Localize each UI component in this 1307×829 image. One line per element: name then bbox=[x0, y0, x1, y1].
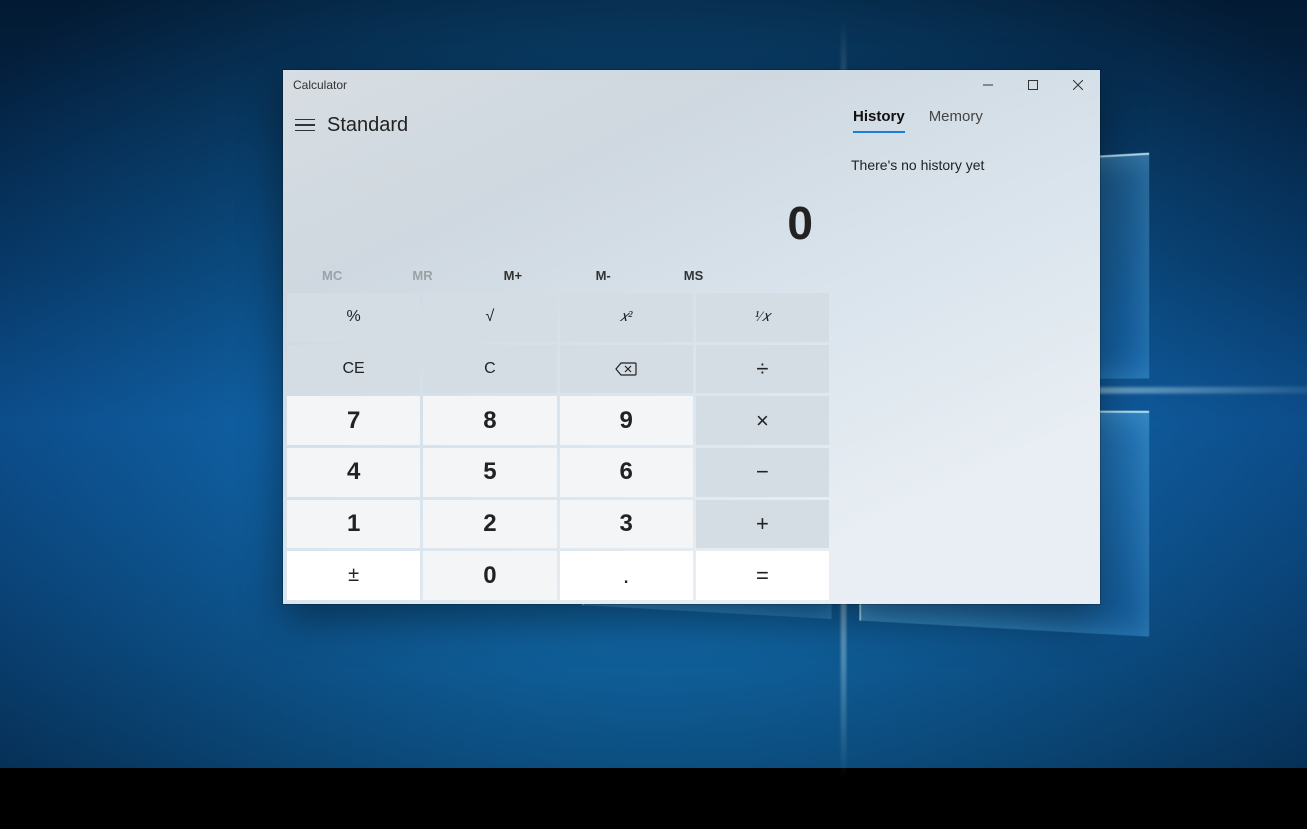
sqrt-button[interactable]: √ bbox=[423, 293, 556, 342]
clear-entry-button[interactable]: CE bbox=[287, 345, 420, 394]
decimal-button[interactable]: . bbox=[560, 551, 693, 600]
close-icon bbox=[1073, 80, 1083, 90]
reciprocal-button[interactable]: ¹⁄𝑥 bbox=[696, 293, 829, 342]
keypad: % √ 𝑥² ¹⁄𝑥 CE C ÷ 7 8 9 × 4 5 bbox=[287, 290, 829, 600]
sign-button[interactable]: ± bbox=[287, 551, 420, 600]
digit-0-button[interactable]: 0 bbox=[423, 551, 556, 600]
side-panel: History Memory There's no history yet bbox=[833, 100, 1100, 604]
square-button[interactable]: 𝑥² bbox=[560, 293, 693, 342]
equals-button[interactable]: = bbox=[696, 551, 829, 600]
digit-1-button[interactable]: 1 bbox=[287, 500, 420, 549]
window-title: Calculator bbox=[293, 78, 347, 92]
digit-9-button[interactable]: 9 bbox=[560, 396, 693, 445]
history-empty-message: There's no history yet bbox=[851, 157, 1082, 173]
memory-store-button[interactable]: MS bbox=[648, 260, 738, 290]
close-button[interactable] bbox=[1055, 70, 1100, 100]
window-controls bbox=[965, 70, 1100, 100]
add-button[interactable]: + bbox=[696, 500, 829, 549]
mode-title: Standard bbox=[327, 114, 408, 137]
memory-add-button[interactable]: M+ bbox=[468, 260, 558, 290]
minimize-icon bbox=[983, 80, 993, 90]
percent-button[interactable]: % bbox=[287, 293, 420, 342]
tab-memory[interactable]: Memory bbox=[929, 108, 983, 133]
side-tabs: History Memory bbox=[851, 108, 1082, 133]
memory-row: MC MR M+ M- MS M▾ bbox=[287, 260, 829, 290]
calculator-main: Standard 0 MC MR M+ M- MS M▾ % √ 𝑥² ¹⁄𝑥 … bbox=[283, 100, 833, 604]
clear-button[interactable]: C bbox=[423, 345, 556, 394]
multiply-button[interactable]: × bbox=[696, 396, 829, 445]
maximize-icon bbox=[1028, 80, 1038, 90]
digit-8-button[interactable]: 8 bbox=[423, 396, 556, 445]
divide-button[interactable]: ÷ bbox=[696, 345, 829, 394]
calculator-window: Calculator Standard 0 MC MR bbox=[283, 70, 1100, 604]
titlebar[interactable]: Calculator bbox=[283, 70, 1100, 100]
digit-2-button[interactable]: 2 bbox=[423, 500, 556, 549]
reciprocal-label: ¹⁄𝑥 bbox=[755, 308, 770, 326]
digit-6-button[interactable]: 6 bbox=[560, 448, 693, 497]
memory-subtract-button[interactable]: M- bbox=[558, 260, 648, 290]
backspace-icon bbox=[615, 362, 637, 376]
minimize-button[interactable] bbox=[965, 70, 1010, 100]
digit-4-button[interactable]: 4 bbox=[287, 448, 420, 497]
square-label: 𝑥² bbox=[620, 308, 633, 326]
tab-history[interactable]: History bbox=[853, 108, 905, 133]
digit-3-button[interactable]: 3 bbox=[560, 500, 693, 549]
calculator-display: 0 bbox=[287, 150, 829, 260]
hamburger-menu-icon[interactable] bbox=[295, 119, 315, 132]
memory-clear-button[interactable]: MC bbox=[287, 260, 377, 290]
digit-7-button[interactable]: 7 bbox=[287, 396, 420, 445]
subtract-button[interactable]: − bbox=[696, 448, 829, 497]
maximize-button[interactable] bbox=[1010, 70, 1055, 100]
backspace-button[interactable] bbox=[560, 345, 693, 394]
memory-recall-button[interactable]: MR bbox=[377, 260, 467, 290]
digit-5-button[interactable]: 5 bbox=[423, 448, 556, 497]
